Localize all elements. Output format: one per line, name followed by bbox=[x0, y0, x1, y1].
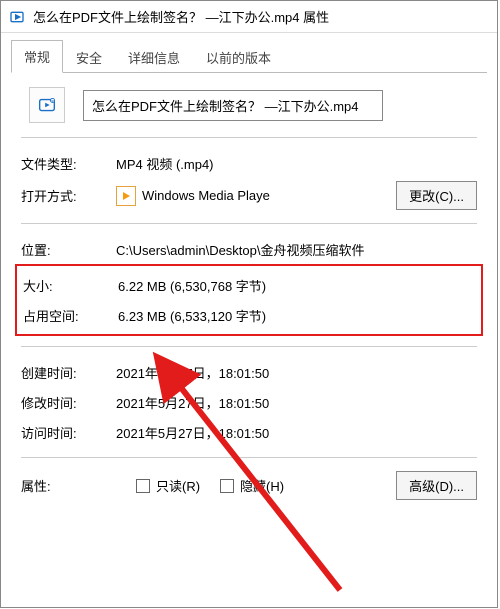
value-sizeondisk: 6.23 MB (6,533,120 字节) bbox=[118, 306, 475, 325]
row-created: 创建时间: 2021年5月27日，18:01:50 bbox=[21, 357, 477, 387]
row-location: 位置: C:\Users\admin\Desktop\金舟视频压缩软件 bbox=[21, 234, 477, 264]
video-file-icon bbox=[9, 9, 25, 25]
checkbox-hidden[interactable]: 隐藏(H) bbox=[220, 476, 284, 495]
properties-dialog: 怎么在PDF文件上绘制签名？ —江下办公.mp4 属性 常规 安全 详细信息 以… bbox=[0, 0, 498, 608]
titlebar: 怎么在PDF文件上绘制签名？ —江下办公.mp4 属性 bbox=[1, 1, 497, 33]
label-modified: 修改时间: bbox=[21, 393, 116, 412]
window-title: 怎么在PDF文件上绘制签名？ —江下办公.mp4 属性 bbox=[33, 7, 329, 26]
row-accessed: 访问时间: 2021年5月27日，18:01:50 bbox=[21, 417, 477, 447]
divider bbox=[21, 137, 477, 138]
value-openwith: Windows Media Playe bbox=[116, 186, 396, 206]
checkbox-box-icon bbox=[136, 479, 150, 493]
divider bbox=[21, 346, 477, 347]
value-accessed: 2021年5月27日，18:01:50 bbox=[116, 423, 477, 442]
filename-input[interactable]: 怎么在PDF文件上绘制签名？ —江下办公.mp4 bbox=[83, 90, 383, 121]
row-openwith: 打开方式: Windows Media Playe 更改(C)... bbox=[21, 178, 477, 213]
divider bbox=[21, 223, 477, 224]
advanced-button[interactable]: 高级(D)... bbox=[396, 471, 477, 500]
checkbox-readonly[interactable]: 只读(R) bbox=[136, 476, 200, 495]
value-location: C:\Users\admin\Desktop\金舟视频压缩软件 bbox=[116, 240, 477, 259]
value-modified: 2021年5月27日，18:01:50 bbox=[116, 393, 477, 412]
label-sizeondisk: 占用空间: bbox=[23, 306, 118, 325]
openwith-app-name: Windows Media Playe bbox=[142, 188, 270, 203]
label-openwith: 打开方式: bbox=[21, 186, 116, 205]
tab-security[interactable]: 安全 bbox=[63, 41, 115, 73]
row-attributes: 属性: 只读(R) 隐藏(H) 高级(D)... bbox=[21, 468, 477, 503]
value-created: 2021年5月27日，18:01:50 bbox=[116, 363, 477, 382]
value-size: 6.22 MB (6,530,768 字节) bbox=[118, 276, 475, 295]
row-sizeondisk: 占用空间: 6.23 MB (6,533,120 字节) bbox=[23, 300, 475, 330]
checkbox-hidden-label: 隐藏(H) bbox=[240, 476, 284, 495]
label-accessed: 访问时间: bbox=[21, 423, 116, 442]
tab-previous-versions[interactable]: 以前的版本 bbox=[193, 41, 284, 73]
file-type-icon bbox=[29, 87, 65, 123]
checkbox-box-icon bbox=[220, 479, 234, 493]
tab-strip: 常规 安全 详细信息 以前的版本 bbox=[1, 33, 497, 72]
file-header: 怎么在PDF文件上绘制签名？ —江下办公.mp4 bbox=[29, 87, 477, 123]
label-filetype: 文件类型: bbox=[21, 154, 116, 173]
row-modified: 修改时间: 2021年5月27日，18:01:50 bbox=[21, 387, 477, 417]
wmp-icon bbox=[116, 186, 136, 206]
divider bbox=[21, 457, 477, 458]
row-filetype: 文件类型: MP4 视频 (.mp4) bbox=[21, 148, 477, 178]
label-size: 大小: bbox=[23, 276, 118, 295]
change-button[interactable]: 更改(C)... bbox=[396, 181, 477, 210]
value-filetype: MP4 视频 (.mp4) bbox=[116, 154, 477, 173]
checkbox-readonly-label: 只读(R) bbox=[156, 476, 200, 495]
tab-details[interactable]: 详细信息 bbox=[115, 41, 193, 73]
row-size: 大小: 6.22 MB (6,530,768 字节) bbox=[23, 270, 475, 300]
tab-content: 怎么在PDF文件上绘制签名？ —江下办公.mp4 文件类型: MP4 视频 (.… bbox=[1, 73, 497, 503]
label-created: 创建时间: bbox=[21, 363, 116, 382]
label-attributes: 属性: bbox=[21, 476, 116, 495]
tab-general[interactable]: 常规 bbox=[11, 40, 63, 73]
size-highlight: 大小: 6.22 MB (6,530,768 字节) 占用空间: 6.23 MB… bbox=[15, 264, 483, 336]
label-location: 位置: bbox=[21, 240, 116, 259]
